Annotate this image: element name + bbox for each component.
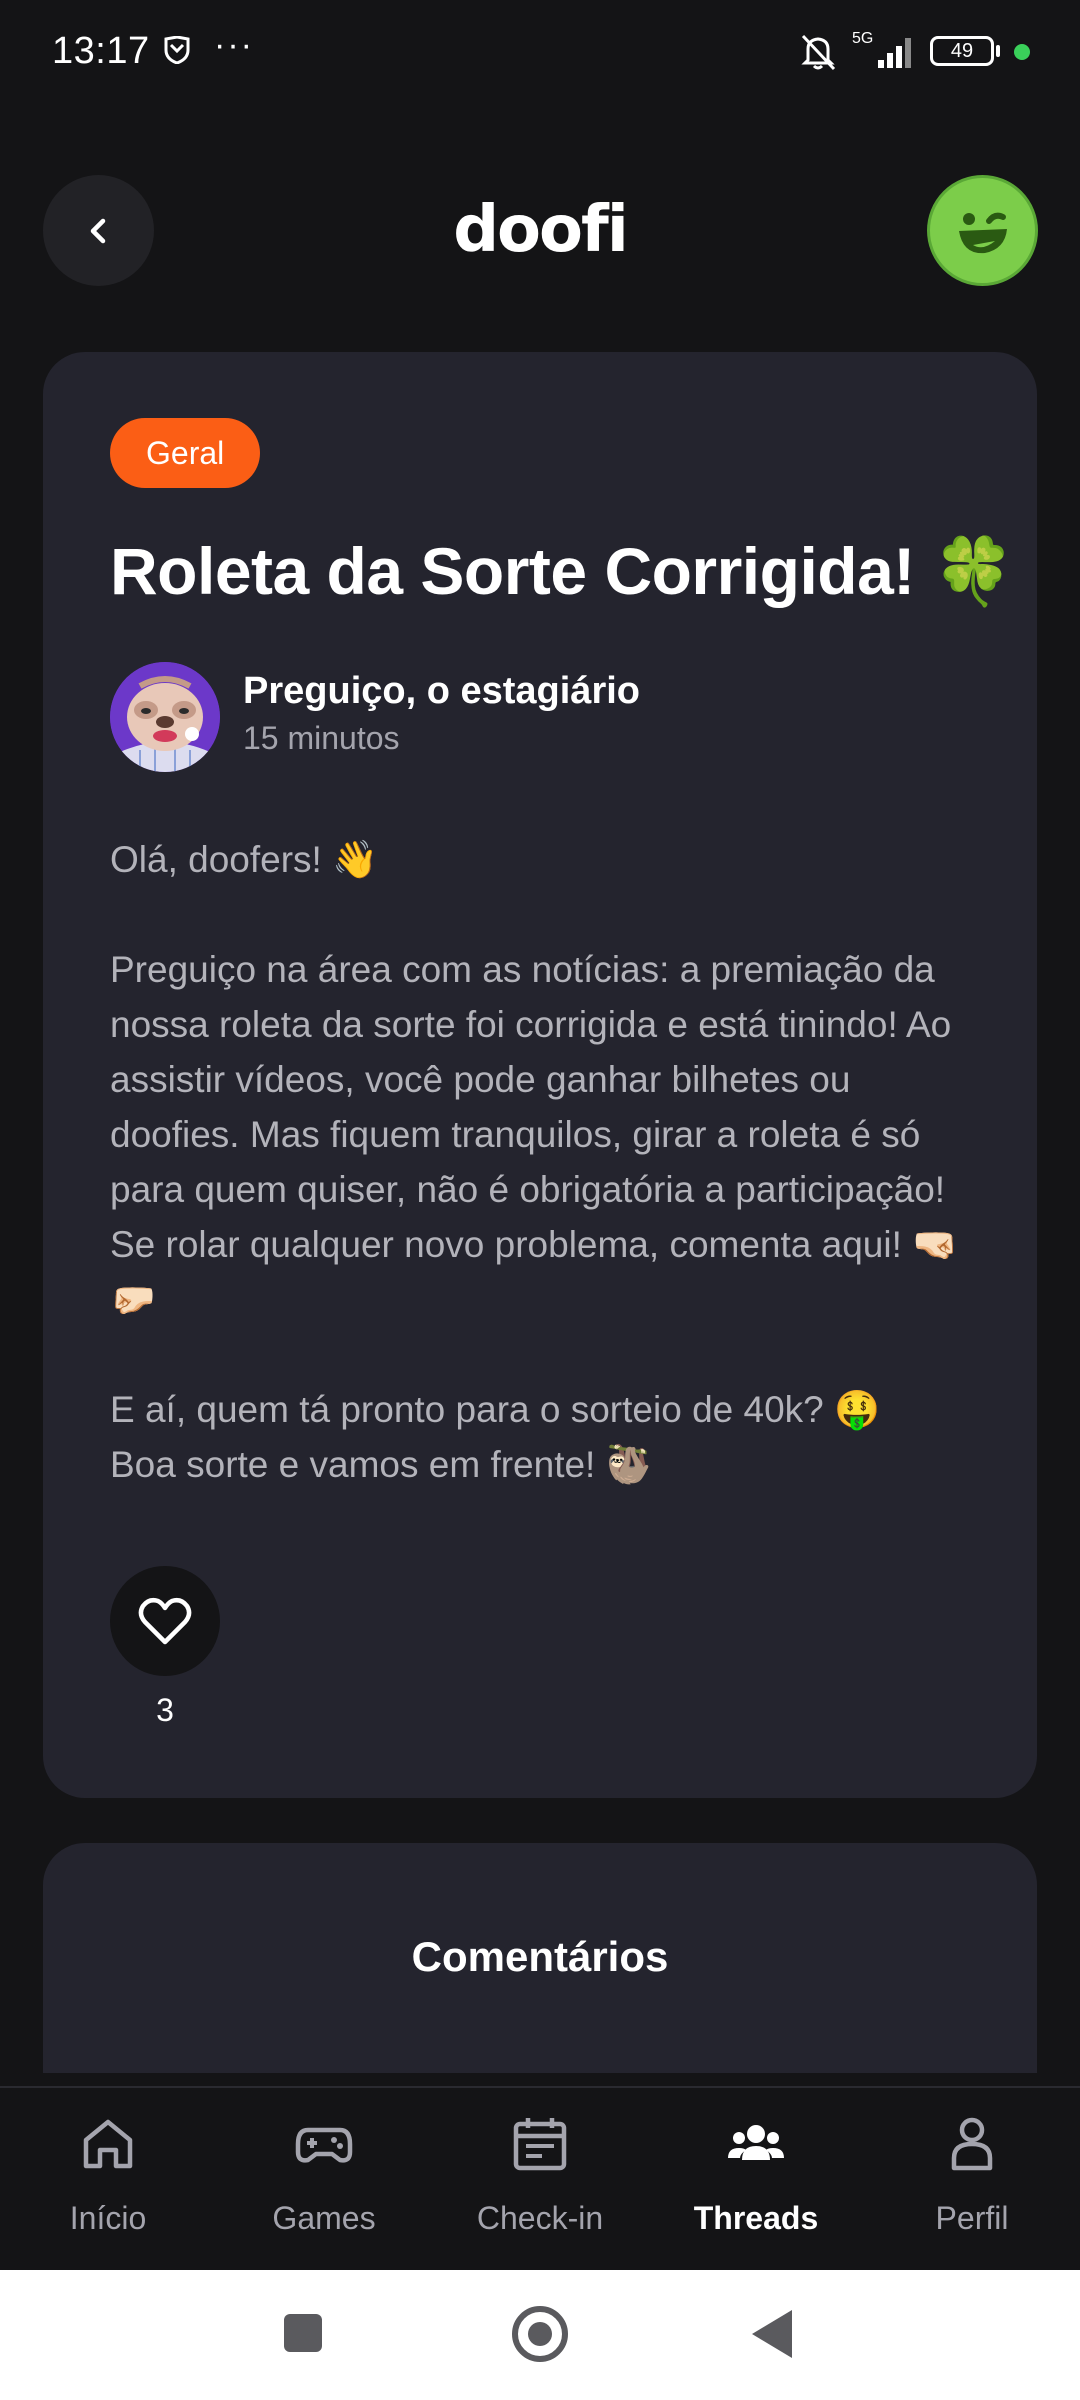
recent-apps-button[interactable] <box>284 2314 322 2352</box>
sloth-avatar-icon <box>110 662 220 772</box>
system-navigation-bar <box>0 2270 1080 2400</box>
bell-muted-icon <box>801 34 836 71</box>
home-button-dot <box>528 2322 552 2346</box>
author-avatar[interactable] <box>110 662 220 772</box>
nav-label: Threads <box>693 2200 819 2236</box>
like-button[interactable] <box>110 1566 220 1676</box>
nav-label: Games <box>272 2200 376 2236</box>
post-paragraph: E aí, quem tá pronto para o sorteio de 4… <box>110 1389 881 1430</box>
status-bar: 13:17 ··· 5G 49 <box>0 0 1080 100</box>
nav-label: Perfil <box>935 2200 1009 2236</box>
status-dot <box>1014 44 1030 60</box>
heart-icon <box>138 1597 192 1645</box>
more-dots-icon: ··· <box>214 26 254 64</box>
post-card: Geral Roleta da Sorte Corrigida! 🍀 Pregu… <box>43 352 1037 1798</box>
nav-item-perfil[interactable]: Perfil <box>864 2088 1080 2272</box>
battery-cap <box>996 45 1000 57</box>
post-paragraph: Olá, doofers! 👋 <box>110 839 379 880</box>
post-paragraph: Boa sorte e vamos em frente! 🦥 <box>110 1444 652 1485</box>
app-logo: doofi <box>453 193 629 267</box>
nav-item-games[interactable]: Games <box>216 2088 432 2272</box>
nav-label: Início <box>69 2200 147 2236</box>
nav-label: Check-in <box>476 2200 604 2236</box>
nav-item-threads[interactable]: Threads <box>648 2088 864 2272</box>
status-time: 13:17 <box>52 30 150 72</box>
comments-title: Comentários <box>411 1933 669 1980</box>
chevron-left-icon <box>90 218 105 243</box>
home-button[interactable] <box>512 2306 568 2362</box>
shield-icon <box>164 36 190 64</box>
system-back-button[interactable] <box>752 2310 792 2358</box>
author-name[interactable]: Preguiço, o estagiário <box>243 670 640 713</box>
bottom-navigation: Início Games Check-in Threads Perfil <box>0 2086 1080 2270</box>
post-body: Olá, doofers! 👋 Preguiço na área com as … <box>110 832 990 1492</box>
users-icon <box>728 2125 784 2160</box>
nav-item-check-in[interactable]: Check-in <box>432 2088 648 2272</box>
nav-item-inicio[interactable]: Início <box>0 2088 216 2272</box>
profile-avatar-button[interactable] <box>927 175 1038 286</box>
post-title: Roleta da Sorte Corrigida! 🍀 <box>110 534 1015 608</box>
post-timestamp: 15 minutos <box>243 720 400 756</box>
like-count: 3 <box>156 1692 174 1728</box>
battery-level: 49 <box>950 40 974 62</box>
comments-section: Comentários <box>43 1843 1037 2073</box>
calendar-icon <box>513 2118 567 2171</box>
smiley-wink-icon <box>958 212 1007 253</box>
app-screen: 13:17 ··· 5G 49 doofi Geral Roleta da So… <box>0 0 1080 2400</box>
post-paragraph: Preguiço na área com as notícias: a prem… <box>110 949 959 1320</box>
signal-icon <box>878 38 911 68</box>
category-tag[interactable]: Geral <box>110 418 261 488</box>
gamepad-icon <box>295 2127 353 2163</box>
battery-icon: 49 <box>930 36 994 66</box>
home-icon <box>83 2119 133 2169</box>
back-button[interactable] <box>43 175 154 286</box>
person-icon <box>951 2117 993 2171</box>
